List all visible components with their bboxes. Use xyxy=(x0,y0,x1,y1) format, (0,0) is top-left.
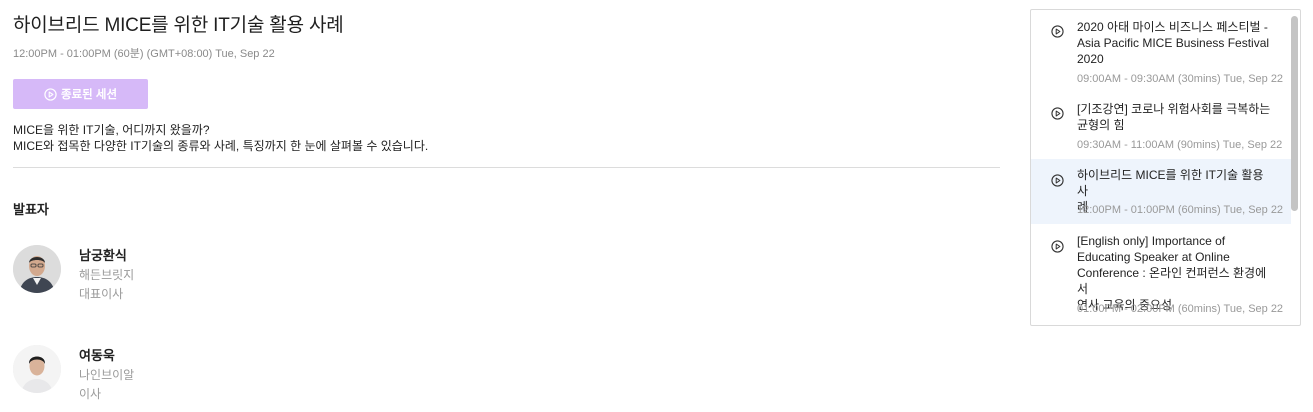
scrollbar[interactable] xyxy=(1291,16,1298,211)
play-circle-icon xyxy=(1051,25,1064,38)
session-list-time: 09:30AM - 11:00AM (90mins) Tue, Sep 22 xyxy=(1077,139,1283,151)
session-title-line: 2020 xyxy=(1077,52,1104,66)
session-list-item[interactable]: [English only] Importance of Educating S… xyxy=(1031,226,1291,325)
play-circle-icon xyxy=(1051,240,1064,253)
session-title-line: [기조강연] 코로나 위험사회를 극복하는 xyxy=(1077,102,1271,116)
session-title-line: 2020 아태 마이스 비즈니스 페스티벌 - xyxy=(1077,20,1268,34)
avatar xyxy=(13,245,61,293)
speaker-role: 이사 xyxy=(79,387,102,401)
speaker-name: 여동욱 xyxy=(79,348,115,363)
session-list-title: [English only] Importance of Educating S… xyxy=(1077,233,1277,313)
description-line: MICE을 위한 IT기술, 어디까지 왔을까? xyxy=(13,123,210,137)
session-list-item[interactable]: [기조강연] 코로나 위험사회를 극복하는 균형의 힘 09:30AM - 11… xyxy=(1031,92,1291,158)
session-title: 하이브리드 MICE를 위한 IT기술 활용 사례 xyxy=(13,15,344,36)
session-title-line: Conference : 온라인 컨퍼런스 환경에서 xyxy=(1077,266,1267,296)
divider xyxy=(13,167,1000,168)
play-circle-icon xyxy=(1051,174,1064,187)
session-list-title: 2020 아태 마이스 비즈니스 페스티벌 - Asia Pacific MIC… xyxy=(1077,19,1277,67)
session-title-line: Educating Speaker at Online xyxy=(1077,250,1230,264)
session-description: MICE을 위한 IT기술, 어디까지 왔을까? MICE와 접목한 다양한 I… xyxy=(13,122,428,154)
session-list-item[interactable]: 2020 아태 마이스 비즈니스 페스티벌 - Asia Pacific MIC… xyxy=(1031,10,1291,90)
session-title-line: 균형의 힘 xyxy=(1077,118,1125,132)
session-list-panel: 2020 아태 마이스 비즈니스 페스티벌 - Asia Pacific MIC… xyxy=(1030,9,1301,326)
session-detail: 하이브리드 MICE를 위한 IT기술 활용 사례 12:00PM - 01:0… xyxy=(13,0,1000,412)
ended-session-label: 종료된 세션 xyxy=(60,89,118,101)
session-title-line: 하이브리드 MICE를 위한 IT기술 활용 사 xyxy=(1077,168,1264,198)
speaker-role: 대표이사 xyxy=(79,287,124,301)
session-list-time: 12:00PM - 01:00PM (60mins) Tue, Sep 22 xyxy=(1077,204,1284,216)
session-time: 12:00PM - 01:00PM (60분) (GMT+08:00) Tue,… xyxy=(13,48,275,60)
session-list-time: 01:00PM - 02:00PM (60mins) Tue, Sep 22 xyxy=(1077,303,1284,315)
speakers-heading: 발표자 xyxy=(13,202,49,217)
session-title-line: [English only] Importance of xyxy=(1077,234,1226,248)
speaker-card[interactable]: 남궁환식 해든브릿지 대표이사 xyxy=(13,245,313,305)
play-circle-icon xyxy=(44,87,57,101)
avatar xyxy=(13,345,61,393)
speaker-card[interactable]: 여동욱 나인브이알 이사 xyxy=(13,345,313,405)
speaker-org: 해든브릿지 xyxy=(79,268,135,282)
session-title-line: Asia Pacific MICE Business Festival xyxy=(1077,36,1270,50)
play-circle-icon xyxy=(1051,107,1064,120)
speaker-org: 나인브이알 xyxy=(79,368,135,382)
ended-session-button[interactable]: 종료된 세션 xyxy=(13,79,148,109)
session-list-item-active[interactable]: 하이브리드 MICE를 위한 IT기술 활용 사 례 12:00PM - 01:… xyxy=(1031,159,1291,224)
session-list-time: 09:00AM - 09:30AM (30mins) Tue, Sep 22 xyxy=(1077,73,1284,85)
description-line: MICE와 접목한 다양한 IT기술의 종류와 사례, 특징까지 한 눈에 살펴… xyxy=(13,139,429,153)
speaker-name: 남궁환식 xyxy=(79,248,127,263)
session-list-title: [기조강연] 코로나 위험사회를 극복하는 균형의 힘 xyxy=(1077,101,1277,133)
